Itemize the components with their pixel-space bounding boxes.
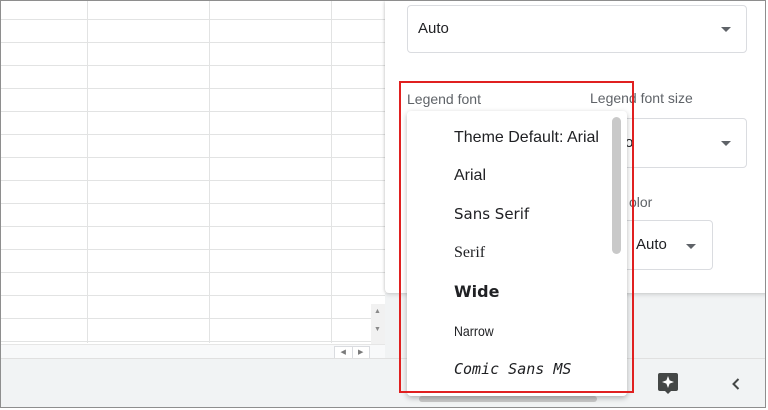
collapse-panel-button[interactable] — [726, 374, 746, 394]
explore-button[interactable] — [656, 371, 680, 395]
scroll-up-arrow-icon[interactable]: ▲ — [374, 308, 381, 316]
highlight-box — [399, 81, 634, 393]
explore-icon — [658, 373, 678, 394]
scroll-down-arrow-icon[interactable]: ▼ — [374, 326, 381, 334]
caret-down-icon — [721, 141, 731, 146]
horizontal-scrollbar[interactable]: ◀ ▶ — [1, 344, 386, 360]
legend-position-value: Auto — [418, 20, 449, 37]
vertical-scrollbar[interactable]: ▲ ▼ — [371, 304, 386, 344]
column-divider — [331, 1, 332, 343]
caret-down-icon — [721, 27, 731, 32]
bottom-bar — [1, 358, 765, 407]
legend-color-value: Auto — [636, 236, 667, 253]
legend-position-select[interactable]: Auto — [407, 5, 747, 53]
window-frame: ▲ ▼ ◀ ▶ Auto Legend font Legend font siz… — [0, 0, 766, 408]
column-divider — [87, 1, 88, 343]
chevron-left-icon — [732, 378, 740, 390]
spreadsheet-grid[interactable] — [1, 1, 386, 343]
panel-scrollbar-thumb[interactable] — [419, 396, 597, 402]
column-divider — [209, 1, 210, 343]
caret-down-icon — [686, 244, 696, 249]
